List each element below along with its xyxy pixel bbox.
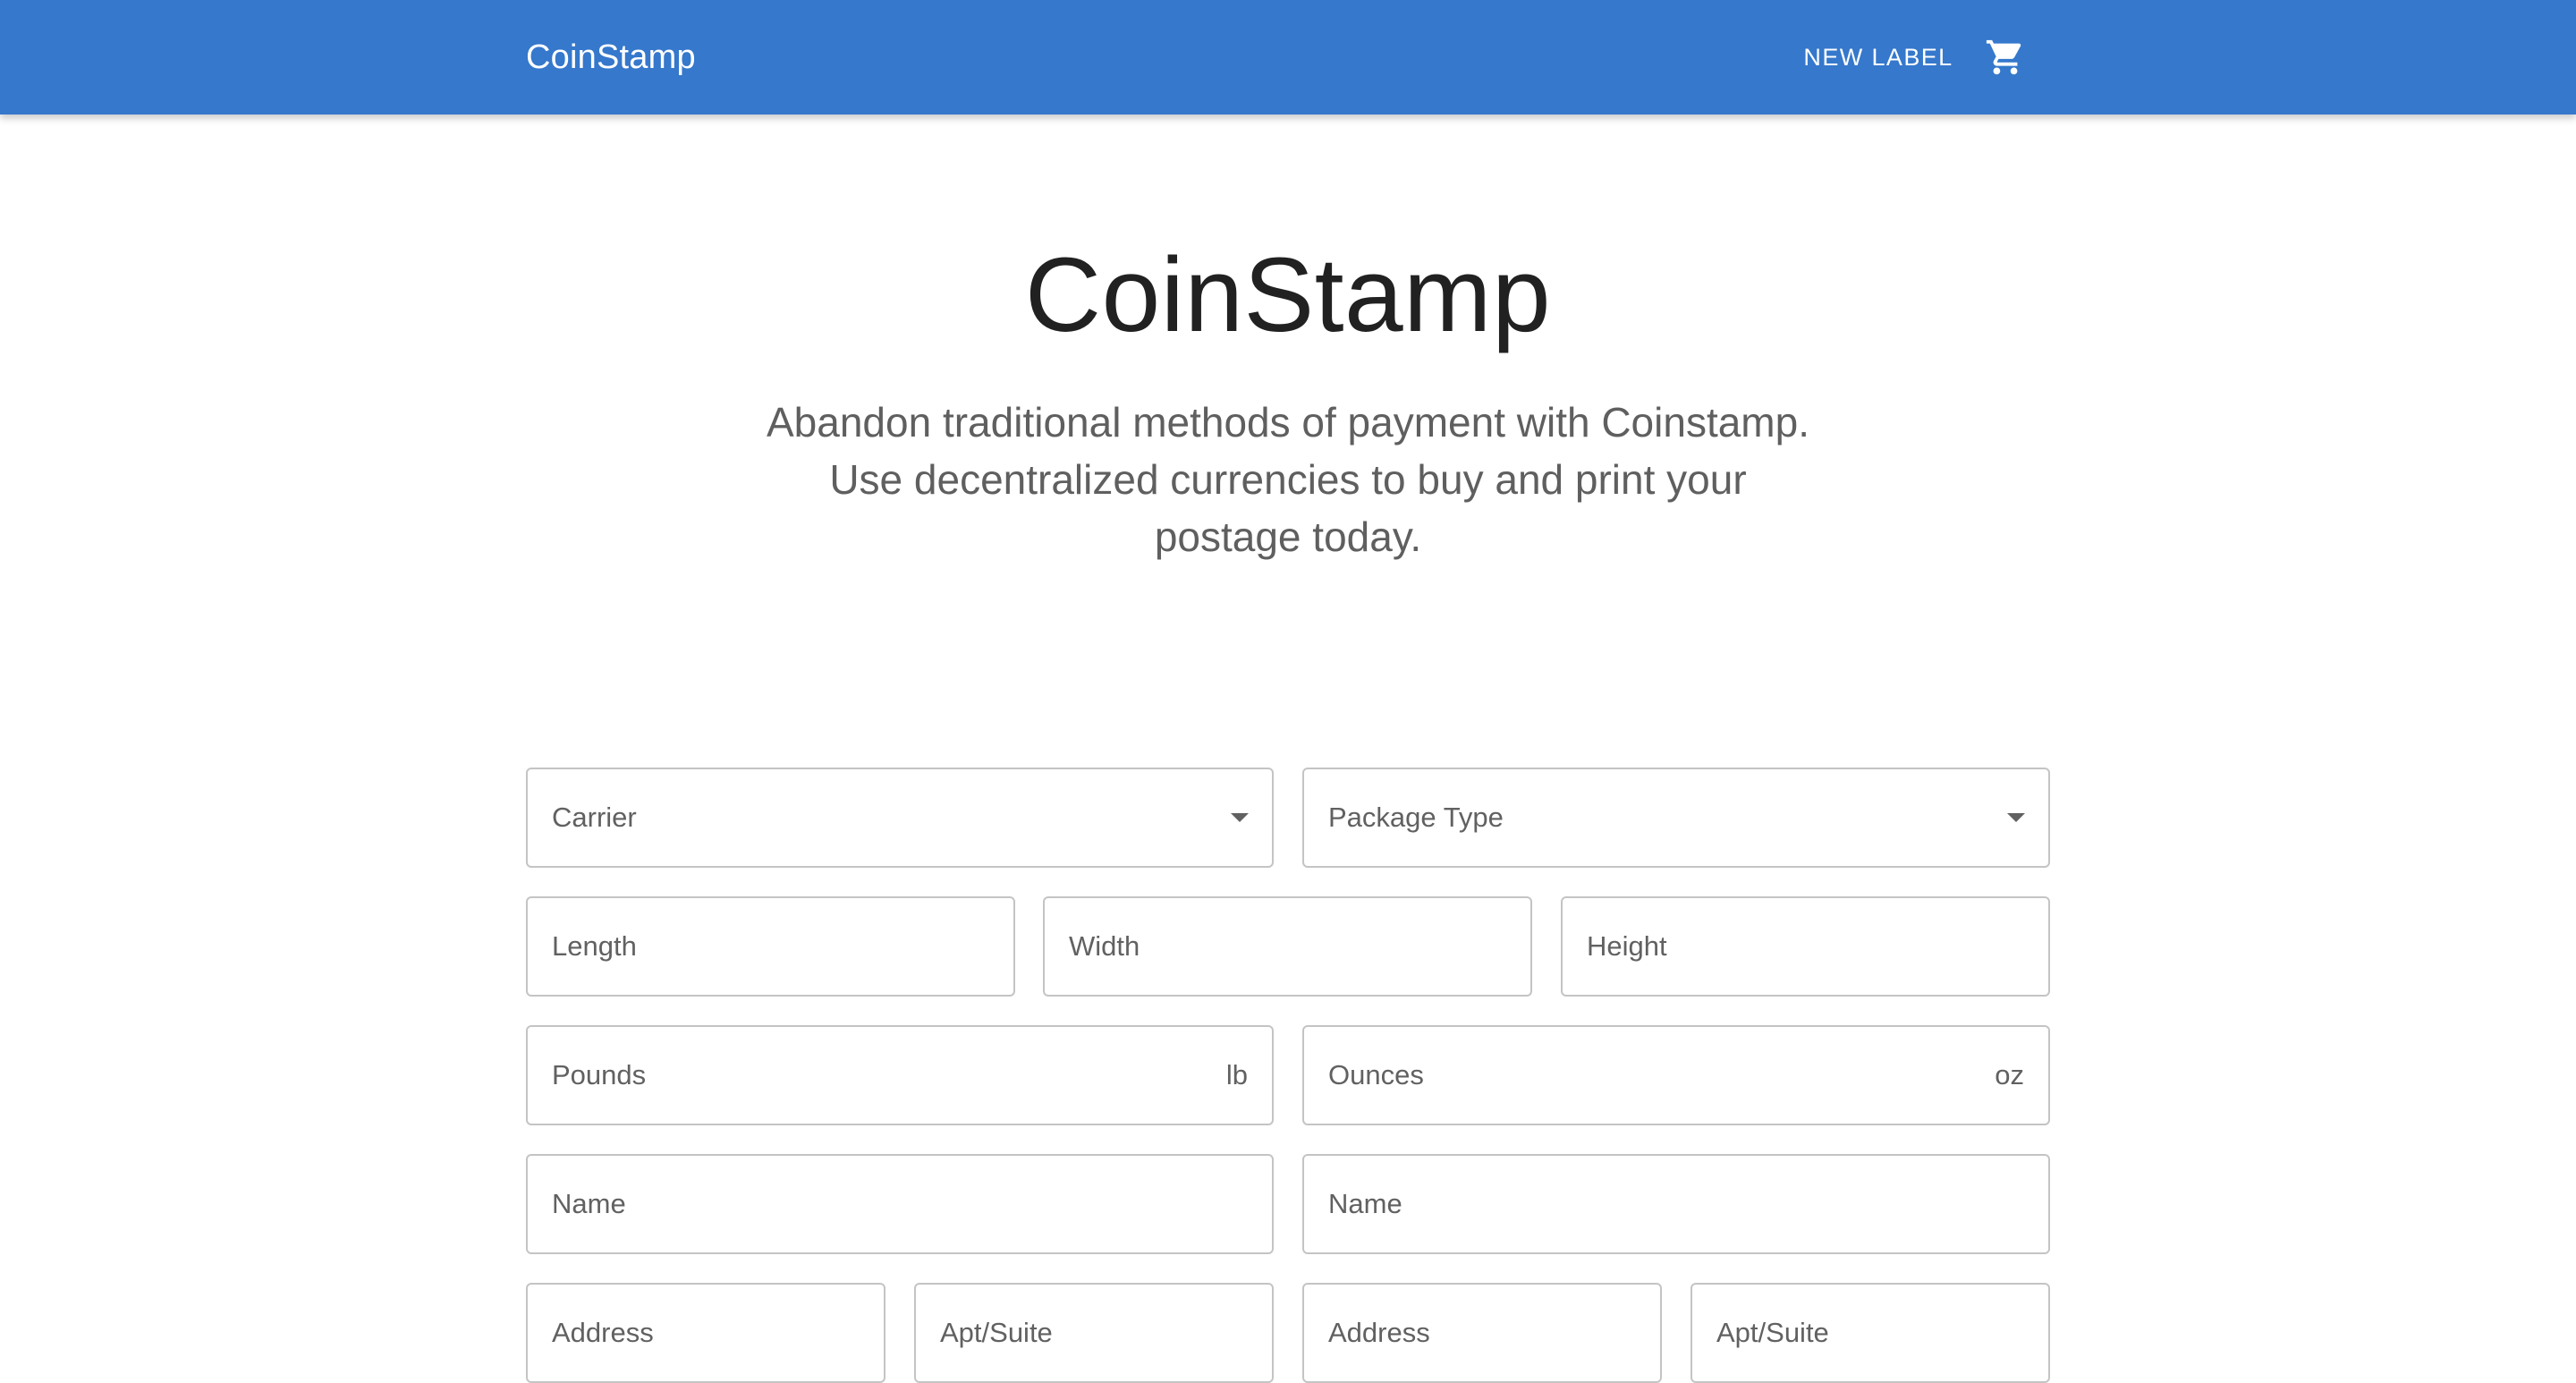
- ounces-label: Ounces: [1328, 1059, 1424, 1090]
- dropdown-arrow-icon: [2007, 813, 2025, 822]
- page-subtitle: Abandon traditional methods of payment w…: [767, 399, 1809, 560]
- new-label-button[interactable]: NEW LABEL: [1789, 32, 1968, 82]
- from-address-field[interactable]: Address: [526, 1283, 886, 1383]
- height-label: Height: [1587, 930, 1667, 962]
- to-name-field[interactable]: Name: [1302, 1154, 2050, 1254]
- from-address-label: Address: [552, 1317, 654, 1348]
- from-name-label: Name: [552, 1188, 626, 1219]
- from-apt-field[interactable]: Apt/Suite: [914, 1283, 1274, 1383]
- to-apt-field[interactable]: Apt/Suite: [1690, 1283, 2050, 1383]
- app-bar: CoinStamp NEW LABEL: [0, 0, 2576, 115]
- width-label: Width: [1069, 930, 1140, 962]
- from-name-field[interactable]: Name: [526, 1154, 1274, 1254]
- length-label: Length: [552, 930, 637, 962]
- cart-button[interactable]: [1977, 29, 2034, 86]
- length-field[interactable]: Length: [526, 896, 1015, 997]
- width-field[interactable]: Width: [1043, 896, 1532, 997]
- pounds-field[interactable]: Pounds lb: [526, 1025, 1274, 1125]
- from-apt-label: Apt/Suite: [940, 1317, 1053, 1348]
- pounds-label: Pounds: [552, 1059, 647, 1090]
- carrier-label: Carrier: [552, 802, 637, 833]
- height-field[interactable]: Height: [1561, 896, 2050, 997]
- to-address-label: Address: [1328, 1317, 1430, 1348]
- page-title: CoinStamp: [1024, 236, 1552, 354]
- to-apt-label: Apt/Suite: [1716, 1317, 1829, 1348]
- to-address-field[interactable]: Address: [1302, 1283, 1662, 1383]
- ounces-unit: oz: [1995, 1059, 2024, 1090]
- ounces-field[interactable]: Ounces oz: [1302, 1025, 2050, 1125]
- dropdown-arrow-icon: [1231, 813, 1249, 822]
- package-type-label: Package Type: [1328, 802, 1504, 833]
- shopping-cart-icon: [1986, 39, 2021, 75]
- to-name-label: Name: [1328, 1188, 1402, 1219]
- pounds-unit: lb: [1225, 1059, 1248, 1090]
- carrier-select[interactable]: Carrier: [526, 768, 1274, 868]
- package-type-select[interactable]: Package Type: [1302, 768, 2050, 868]
- brand-title[interactable]: CoinStamp: [526, 0, 696, 115]
